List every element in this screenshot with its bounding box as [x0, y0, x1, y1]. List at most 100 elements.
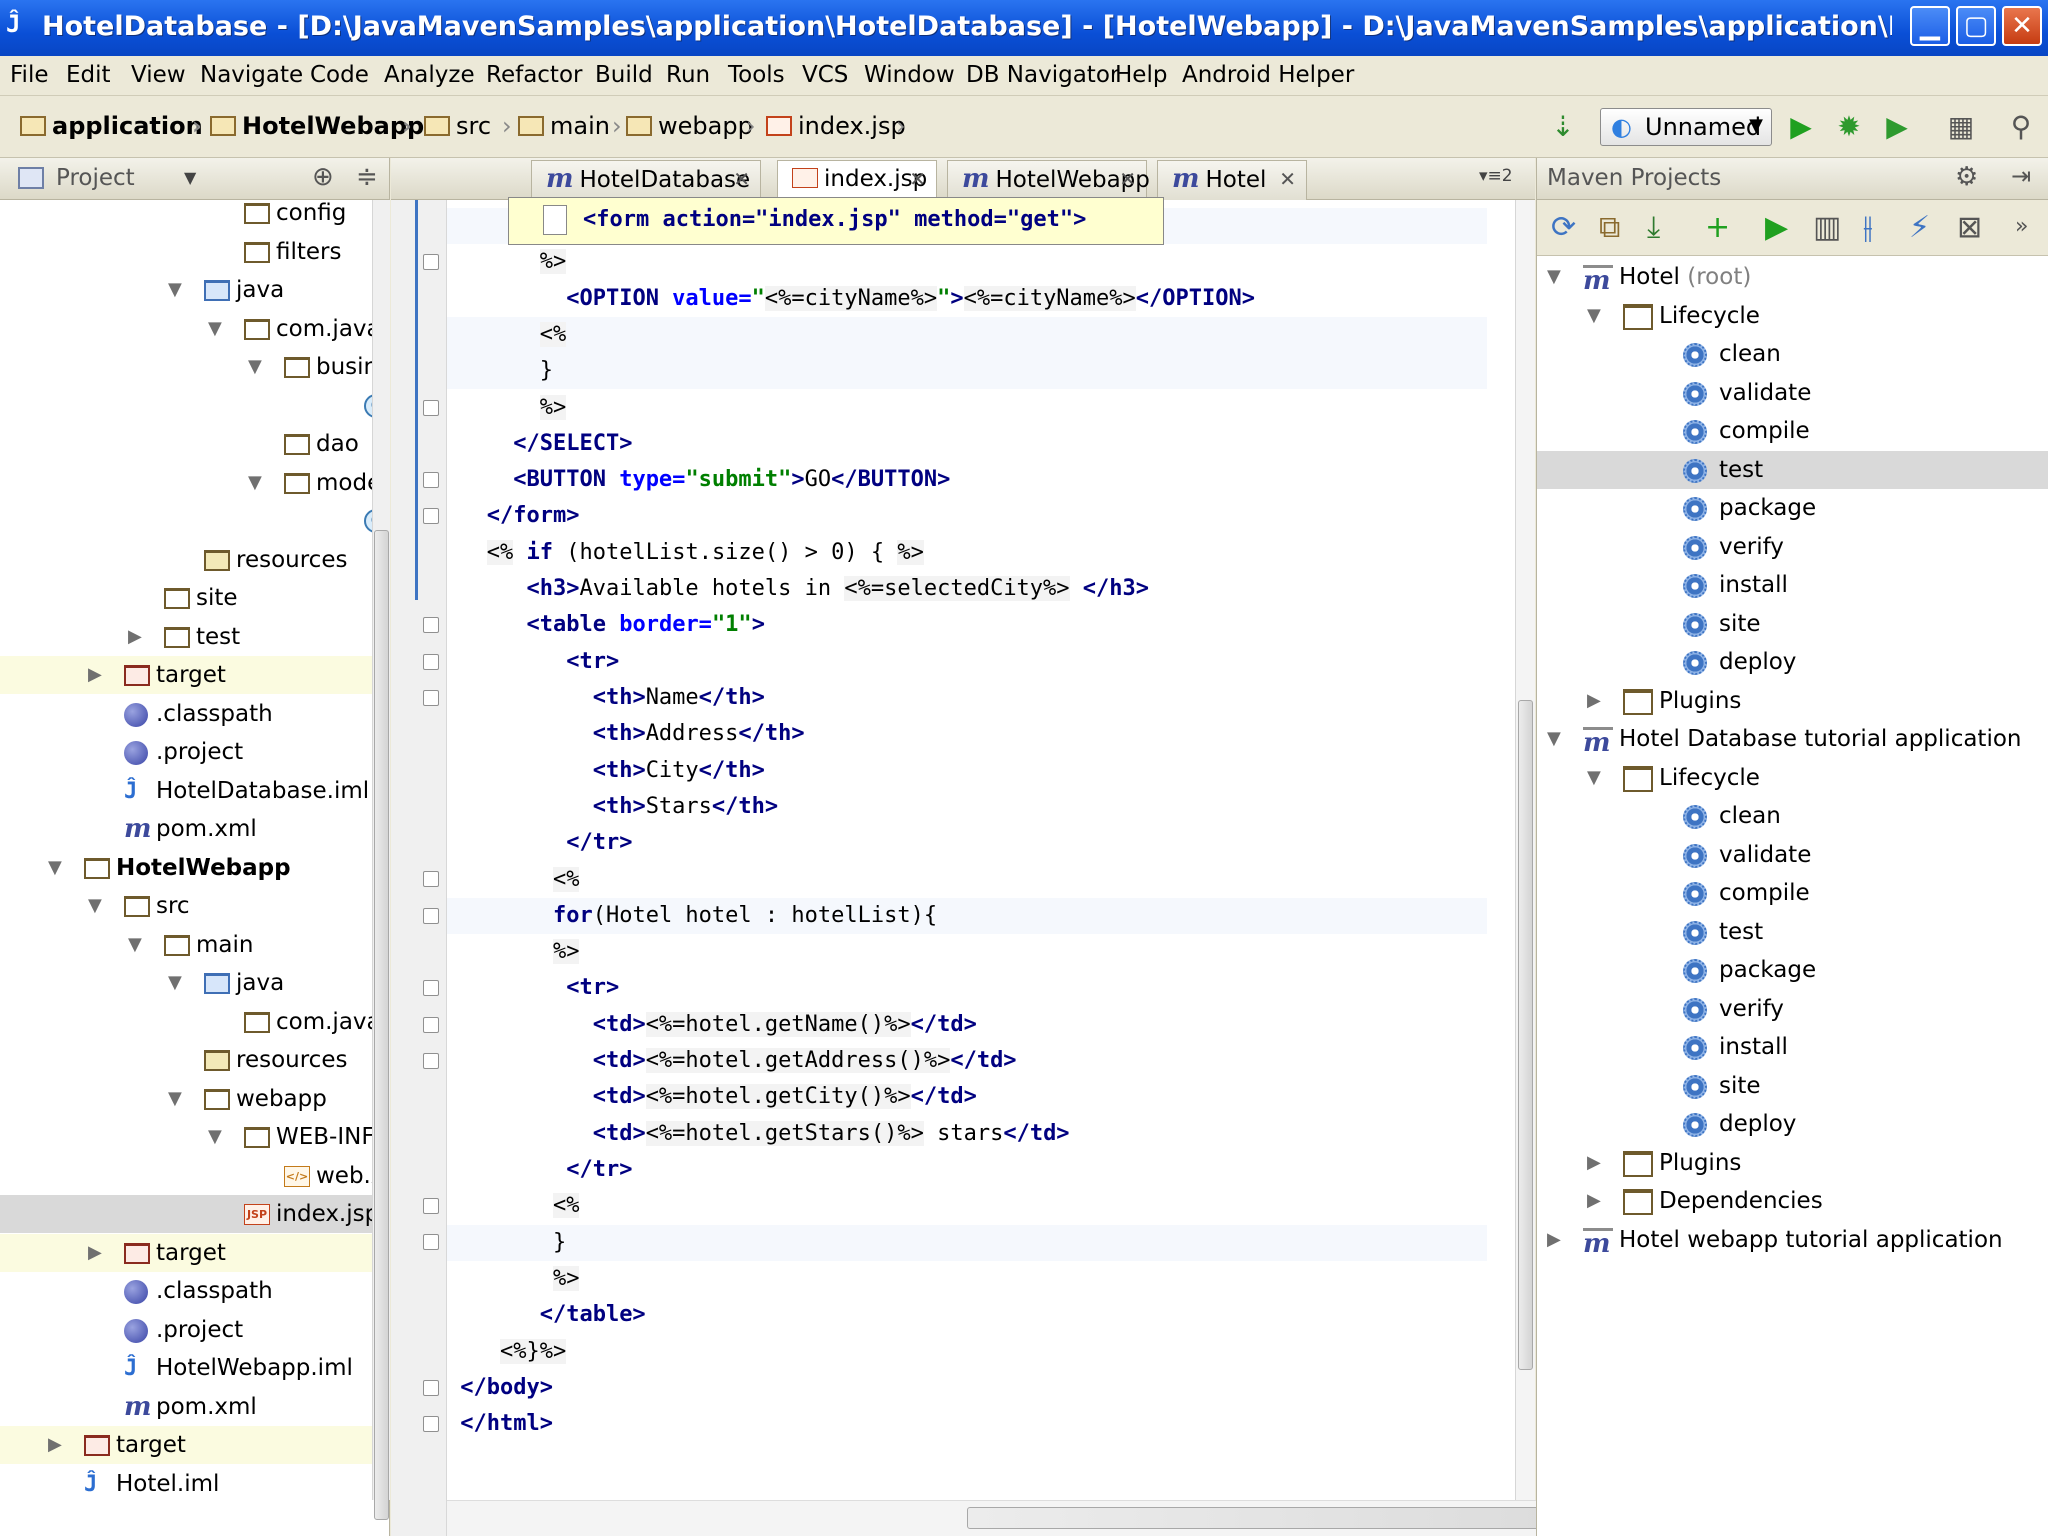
code-view[interactable]: for(String cityName : cityList){ %> <OPT…: [447, 200, 1507, 1500]
expanded-arrow-icon[interactable]: ▼: [1547, 258, 1561, 296]
fold-marker-icon[interactable]: [423, 980, 439, 997]
generate-sources-icon[interactable]: ⧉: [1599, 210, 1620, 245]
tree-item-hotel[interactable]: CHotel: [0, 387, 372, 425]
tree-item-filters[interactable]: filters: [0, 233, 372, 271]
tab-index-jsp[interactable]: index.jsp ✕: [777, 160, 937, 201]
menu-vcs[interactable]: VCS: [802, 62, 848, 88]
maven-item-validate[interactable]: validate: [1537, 836, 2048, 874]
fold-marker-icon[interactable]: [423, 689, 439, 706]
refresh-icon[interactable]: ⟳: [1551, 210, 1576, 245]
maven-item-dependencies[interactable]: ▶ Dependencies: [1537, 1182, 2048, 1220]
scroll-from-source-icon[interactable]: ⊕: [312, 162, 334, 192]
maven-item-install[interactable]: install: [1537, 566, 2048, 604]
fold-marker-icon[interactable]: [423, 907, 439, 924]
run-config-dropdown[interactable]: ◐ Unnamed ▼: [1600, 108, 1772, 146]
menu-code[interactable]: Code: [310, 62, 369, 88]
breadcrumb-webapp[interactable]: webapp ›: [626, 112, 756, 142]
tree-item-classpath[interactable]: .classpath: [0, 695, 372, 733]
coverage-icon[interactable]: ▶: [1880, 110, 1914, 144]
tree-item-test[interactable]: ▶ test: [0, 618, 372, 656]
close-button[interactable]: ✕: [2002, 6, 2042, 46]
fold-marker-icon[interactable]: [423, 1016, 439, 1033]
scrollbar-thumb[interactable]: [1518, 700, 1533, 1370]
menu-window[interactable]: Window: [864, 62, 955, 88]
expanded-arrow-icon[interactable]: ▼: [208, 1118, 222, 1156]
maven-item-compile[interactable]: compile: [1537, 874, 2048, 912]
tree-item-resources[interactable]: resources: [0, 541, 372, 579]
tab-overflow-button[interactable]: ▾≡2: [1479, 166, 1513, 186]
expanded-arrow-icon[interactable]: ▼: [48, 849, 62, 887]
expanded-arrow-icon[interactable]: ▼: [168, 964, 182, 1002]
maven-item-lifecycle[interactable]: ▼ Lifecycle: [1537, 759, 2048, 797]
menu-build[interactable]: Build: [595, 62, 653, 88]
tree-item-web-xml[interactable]: </> web.xml: [0, 1157, 372, 1195]
hide-panel-icon[interactable]: ⇥: [2011, 162, 2031, 190]
collapsed-arrow-icon[interactable]: ▶: [88, 1234, 102, 1272]
tree-item-model[interactable]: ▼ model: [0, 464, 372, 502]
collapsed-arrow-icon[interactable]: ▶: [48, 1426, 62, 1464]
tree-item-main[interactable]: ▼ main: [0, 926, 372, 964]
menu-file[interactable]: File: [10, 62, 49, 88]
minimize-button[interactable]: ▁: [1910, 6, 1950, 46]
menu-refactor[interactable]: Refactor: [486, 62, 582, 88]
maven-item-deploy[interactable]: deploy: [1537, 1105, 2048, 1143]
expanded-arrow-icon[interactable]: ▼: [168, 271, 182, 309]
maven-item-hotel-database-tutorial-application[interactable]: ▼ m Hotel Database tutorial application: [1537, 720, 2048, 758]
breadcrumb-application[interactable]: application ›: [20, 112, 203, 142]
expanded-arrow-icon[interactable]: ▼: [1547, 720, 1561, 758]
menu-run[interactable]: Run: [666, 62, 710, 88]
maven-item-lifecycle[interactable]: ▼ Lifecycle: [1537, 297, 2048, 335]
expanded-arrow-icon[interactable]: ▼: [1587, 759, 1601, 797]
collapsed-arrow-icon[interactable]: ▶: [1587, 682, 1601, 720]
expanded-arrow-icon[interactable]: ▼: [248, 464, 262, 502]
collapsed-arrow-icon[interactable]: ▶: [1547, 1221, 1561, 1259]
menu-android-helper[interactable]: Android Helper: [1182, 62, 1354, 88]
collapsed-arrow-icon[interactable]: ▶: [88, 656, 102, 694]
download-icon[interactable]: ⤓: [1647, 210, 1660, 245]
collapse-all-icon[interactable]: ⊠: [1957, 210, 1982, 245]
tree-item-project[interactable]: .project: [0, 1311, 372, 1349]
editor-vertical-scrollbar[interactable]: [1515, 200, 1535, 1500]
search-icon[interactable]: ⚲: [2004, 110, 2038, 144]
scrollbar-thumb[interactable]: [374, 530, 389, 1520]
maven-item-compile[interactable]: compile: [1537, 412, 2048, 450]
fold-marker-icon[interactable]: [423, 1415, 439, 1432]
fold-marker-icon[interactable]: [423, 653, 439, 670]
tree-item-com-javaworld-hotels[interactable]: com.javaworld.hotels: [0, 1003, 372, 1041]
tree-item-com-javaworld-hotels[interactable]: ▼ com.javaworld.hotels: [0, 310, 372, 348]
maven-item-site[interactable]: site: [1537, 1067, 2048, 1105]
maven-item-test[interactable]: test: [1537, 450, 2048, 489]
menu-tools[interactable]: Tools: [728, 62, 785, 88]
expanded-arrow-icon[interactable]: ▼: [248, 348, 262, 386]
tree-item-hotelwebapp[interactable]: ▼ HotelWebapp: [0, 849, 372, 887]
maven-item-plugins[interactable]: ▶ Plugins: [1537, 682, 2048, 720]
more-icon[interactable]: »: [2015, 214, 2028, 239]
chevron-down-icon[interactable]: ▼: [184, 168, 196, 187]
run-icon[interactable]: ▶: [1784, 110, 1818, 144]
close-icon[interactable]: ✕: [733, 161, 750, 197]
fold-marker-icon[interactable]: [423, 472, 439, 489]
toggle-offline-icon[interactable]: ⫲: [1863, 210, 1873, 245]
tree-item-web-inf[interactable]: ▼ WEB-INF: [0, 1118, 372, 1156]
fold-marker-icon[interactable]: [423, 399, 439, 416]
fold-marker-icon[interactable]: [423, 254, 439, 271]
fold-marker-icon[interactable]: [423, 1234, 439, 1251]
tree-item-businessobjects[interactable]: ▼ businessobjects: [0, 348, 372, 386]
maven-item-package[interactable]: package: [1537, 951, 2048, 989]
breadcrumb-hotelwebapp[interactable]: HotelWebapp ›: [210, 112, 424, 142]
maven-item-site[interactable]: site: [1537, 605, 2048, 643]
tree-item-java[interactable]: ▼ java: [0, 271, 372, 309]
expanded-arrow-icon[interactable]: ▼: [1587, 297, 1601, 335]
tree-item-site[interactable]: site: [0, 579, 372, 617]
close-icon[interactable]: ✕: [1279, 161, 1296, 197]
tree-item-hotelmodel[interactable]: CHotelModel: [0, 502, 372, 540]
fold-marker-icon[interactable]: [423, 617, 439, 634]
fold-marker-icon[interactable]: [423, 1198, 439, 1215]
tree-item-hoteldatabase-iml[interactable]: Ĵ HotelDatabase.iml: [0, 772, 372, 810]
maven-item-plugins[interactable]: ▶ Plugins: [1537, 1144, 2048, 1182]
project-scrollbar[interactable]: [372, 200, 390, 1520]
skip-tests-icon[interactable]: ⚡: [1909, 210, 1930, 245]
breadcrumb-src[interactable]: src ›: [424, 112, 512, 142]
tree-item-webapp[interactable]: ▼ webapp: [0, 1080, 372, 1118]
collapse-all-icon[interactable]: ≑: [356, 162, 378, 192]
